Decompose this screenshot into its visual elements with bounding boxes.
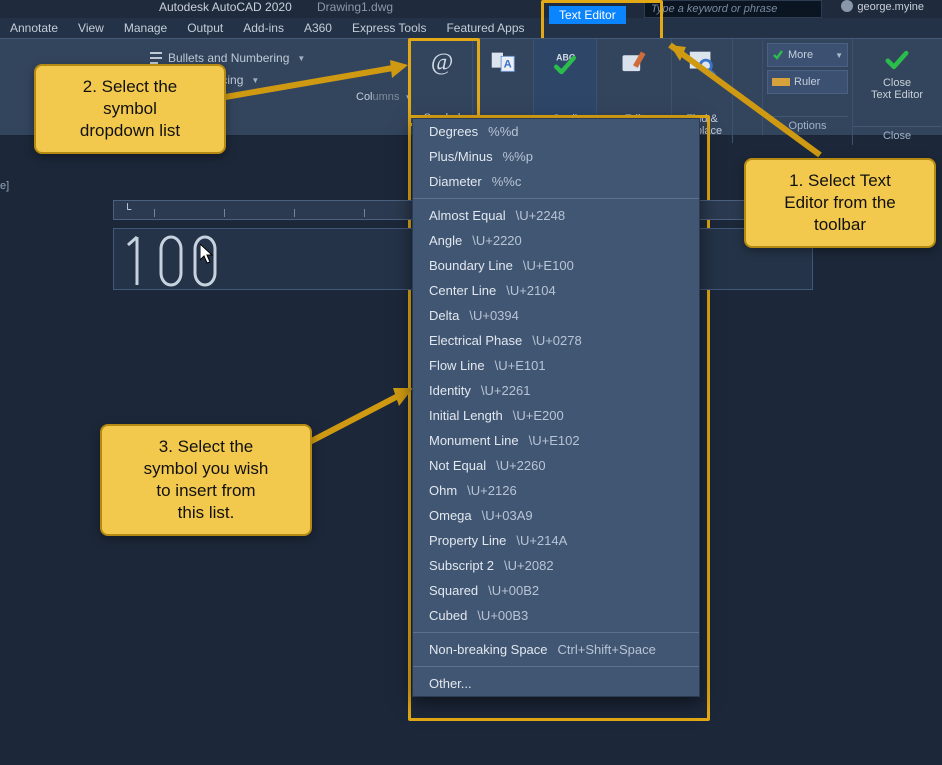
menu-annotate[interactable]: Annotate bbox=[0, 21, 68, 35]
cmd-history-fragment: e] bbox=[0, 180, 14, 192]
app-title: Autodesk AutoCAD 2020 bbox=[159, 0, 292, 14]
symbol-item-cubed[interactable]: Cubed\U+00B3 bbox=[413, 603, 699, 628]
menu-manage[interactable]: Manage bbox=[114, 21, 177, 35]
symbol-item-squared[interactable]: Squared\U+00B2 bbox=[413, 578, 699, 603]
svg-text:A: A bbox=[504, 59, 512, 71]
symbol-item-ohm[interactable]: Ohm\U+2126 bbox=[413, 478, 699, 503]
callout-3: 3. Select the symbol you wish to insert … bbox=[100, 424, 312, 536]
search-input[interactable]: Type a keyword or phrase bbox=[644, 0, 822, 18]
symbol-item-other[interactable]: Other... bbox=[413, 671, 699, 696]
file-name: Drawing1.dwg bbox=[317, 0, 393, 14]
symbol-item-delta[interactable]: Delta\U+0394 bbox=[413, 303, 699, 328]
symbol-dropdown-menu: Degrees%%dPlus/Minus%%pDiameter%%c Almost… bbox=[412, 118, 700, 697]
close-text-editor-button[interactable]: Close Text Editor Close bbox=[852, 39, 941, 145]
mouse-cursor-icon bbox=[200, 244, 216, 267]
symbol-item-center-line[interactable]: Center Line\U+2104 bbox=[413, 278, 699, 303]
svg-text:@: @ bbox=[431, 49, 453, 76]
bullets-icon bbox=[150, 52, 162, 64]
user-name: george.myine bbox=[857, 1, 924, 13]
at-icon: @ bbox=[427, 47, 457, 77]
symbol-item-property-line[interactable]: Property Line\U+214A bbox=[413, 528, 699, 553]
menu-a360[interactable]: A360 bbox=[294, 21, 342, 35]
panel-title-close: Close bbox=[853, 126, 941, 145]
symbol-item-boundary-line[interactable]: Boundary Line\U+E100 bbox=[413, 253, 699, 278]
menu-output[interactable]: Output bbox=[177, 21, 233, 35]
symbol-item-not-equal[interactable]: Not Equal\U+2260 bbox=[413, 453, 699, 478]
field-icon: A bbox=[488, 47, 518, 77]
symbol-item-initial-length[interactable]: Initial Length\U+E200 bbox=[413, 403, 699, 428]
symbol-item-subscript-2[interactable]: Subscript 2\U+2082 bbox=[413, 553, 699, 578]
symbol-item-angle[interactable]: Angle\U+2220 bbox=[413, 228, 699, 253]
symbol-item-plus-minus[interactable]: Plus/Minus%%p bbox=[413, 144, 699, 169]
symbol-item-electrical-phase[interactable]: Electrical Phase\U+0278 bbox=[413, 328, 699, 353]
user-badge[interactable]: george.myine bbox=[841, 0, 924, 13]
symbol-item-omega[interactable]: Omega\U+03A9 bbox=[413, 503, 699, 528]
menu-featured-apps[interactable]: Featured Apps bbox=[436, 21, 534, 35]
callout-2: 2. Select the symbol dropdown list bbox=[34, 64, 226, 154]
symbol-item-non-breaking-space[interactable]: Non-breaking SpaceCtrl+Shift+Space bbox=[413, 637, 699, 662]
symbol-item-monument-line[interactable]: Monument Line\U+E102 bbox=[413, 428, 699, 453]
callout-1: 1. Select Text Editor from the toolbar bbox=[744, 158, 936, 248]
symbol-item-almost-equal[interactable]: Almost Equal\U+2248 bbox=[413, 203, 699, 228]
avatar-icon bbox=[841, 0, 853, 12]
check-icon bbox=[884, 49, 910, 71]
menu-view[interactable]: View bbox=[68, 21, 114, 35]
symbol-item-flow-line[interactable]: Flow Line\U+E101 bbox=[413, 353, 699, 378]
spell-icon: ABC bbox=[550, 47, 580, 77]
symbol-item-degrees[interactable]: Degrees%%d bbox=[413, 119, 699, 144]
symbol-item-diameter[interactable]: Diameter%%c bbox=[413, 169, 699, 194]
menu-add-ins[interactable]: Add-ins bbox=[233, 21, 294, 35]
symbol-item-identity[interactable]: Identity\U+2261 bbox=[413, 378, 699, 403]
dictionary-icon bbox=[619, 47, 649, 77]
tab-text-editor[interactable]: Text Editor bbox=[549, 6, 626, 24]
menu-express-tools[interactable]: Express Tools bbox=[342, 21, 436, 35]
